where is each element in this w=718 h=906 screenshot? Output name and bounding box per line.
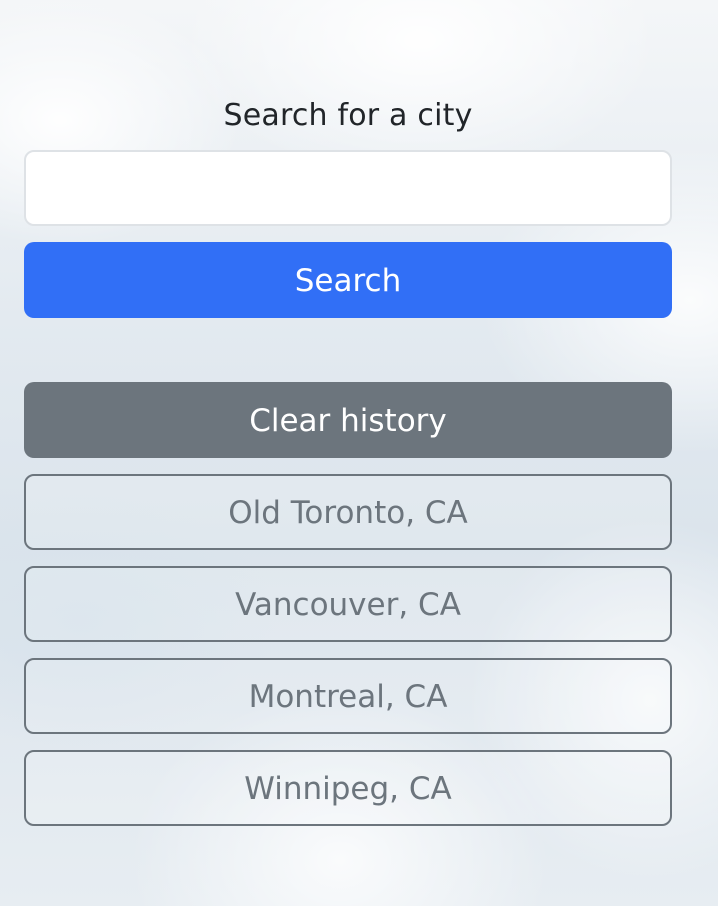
search-button[interactable]: Search: [24, 242, 672, 318]
search-label: Search for a city: [223, 98, 473, 133]
history-item-winnipeg[interactable]: Winnipeg, CA: [24, 750, 672, 826]
clear-history-button[interactable]: Clear history: [24, 382, 672, 458]
history-item-vancouver[interactable]: Vancouver, CA: [24, 566, 672, 642]
history-item-old-toronto[interactable]: Old Toronto, CA: [24, 474, 672, 550]
history-item-montreal[interactable]: Montreal, CA: [24, 658, 672, 734]
city-search-input[interactable]: [24, 150, 672, 226]
